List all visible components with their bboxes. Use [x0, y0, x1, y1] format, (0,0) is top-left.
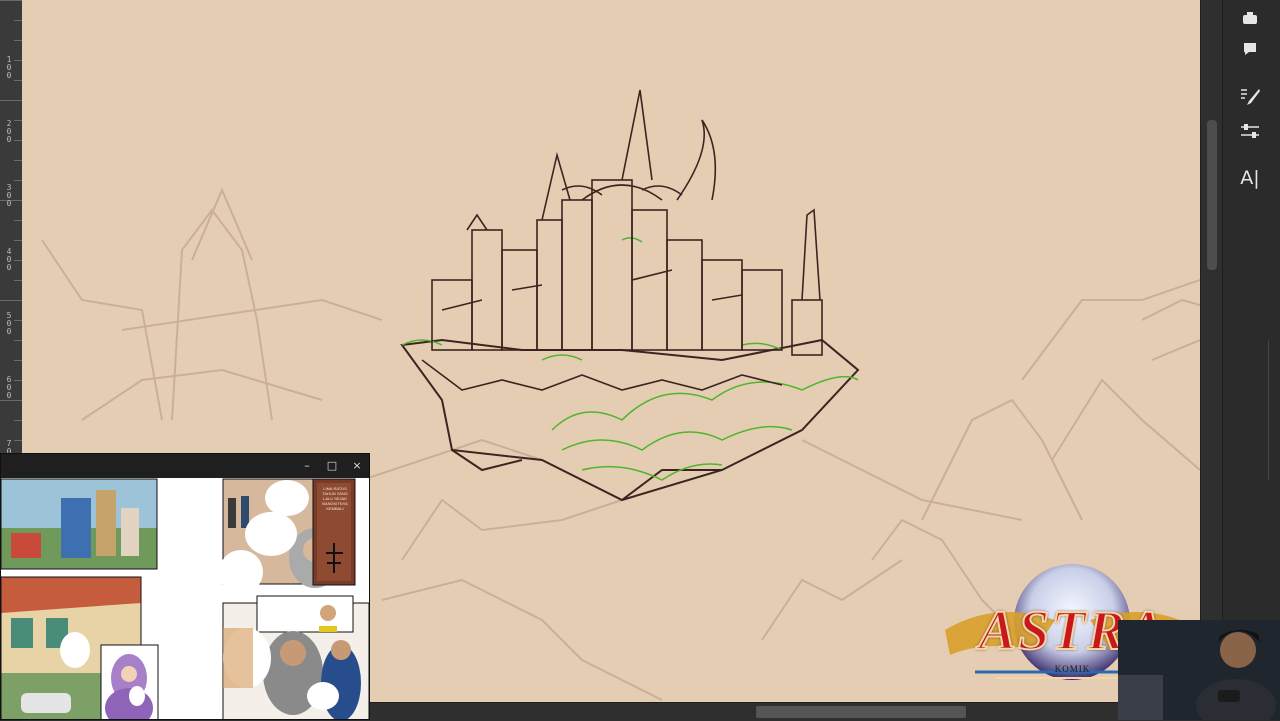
ruler-tick [0, 100, 22, 101]
ruler-tick [14, 340, 22, 341]
ruler-label: 4 0 0 [6, 247, 12, 272]
ruler-label: 1 0 0 [6, 55, 12, 80]
webcam-overlay [1118, 620, 1280, 720]
close-button[interactable]: × [344, 454, 369, 478]
ruler-tick [14, 420, 22, 421]
ruler-tick [14, 120, 22, 121]
ruler-tick [14, 20, 22, 21]
ruler-tick [14, 180, 22, 181]
ruler-tick [0, 0, 22, 1]
ruler-tick [14, 160, 22, 161]
ruler-tick [14, 140, 22, 141]
ruler-label: 3 0 0 [6, 183, 12, 208]
streamer-video [1118, 620, 1280, 720]
ruler-label: 6 0 0 [6, 375, 12, 400]
ruler-tick [14, 280, 22, 281]
ruler-tick [14, 380, 22, 381]
reference-window-titlebar[interactable]: – □ × [1, 454, 369, 478]
sliders-icon[interactable] [1235, 116, 1265, 146]
panel-caption: LIMA RATUS TAHUN YANG LALU SEJAK BANGKIT… [322, 486, 348, 511]
ruler-tick [14, 40, 22, 41]
brush-list-icon[interactable] [1235, 82, 1265, 112]
camera-icon[interactable] [1235, 3, 1265, 33]
ruler-label: 5 0 0 [6, 311, 12, 336]
ruler-tick [14, 440, 22, 441]
maximize-button[interactable]: □ [319, 454, 345, 478]
minimize-button[interactable]: – [294, 454, 320, 478]
ruler-label: 2 0 0 [6, 119, 12, 144]
ruler-tick [14, 60, 22, 61]
vertical-scroll-thumb[interactable] [1207, 120, 1217, 270]
ruler-tick [14, 320, 22, 321]
ruler-tick [14, 360, 22, 361]
comic-panels [1, 478, 369, 719]
ruler-tick [14, 260, 22, 261]
comment-icon[interactable] [1235, 34, 1265, 64]
ruler-tick [14, 80, 22, 81]
comic-page-preview: LIMA RATUS TAHUN YANG LALU SEJAK BANGKIT… [1, 478, 369, 719]
ruler-tick [14, 240, 22, 241]
ruler-tick [0, 400, 22, 401]
ruler-tick [0, 300, 22, 301]
horizontal-scroll-thumb[interactable] [756, 706, 966, 718]
panel-edge [1268, 340, 1280, 480]
reference-window[interactable]: – □ × LIMA RATUS TAHUN YANG LALU SEJAK B… [0, 453, 370, 720]
ruler-tick [14, 220, 22, 221]
text-tool-icon[interactable]: A| [1235, 163, 1265, 193]
